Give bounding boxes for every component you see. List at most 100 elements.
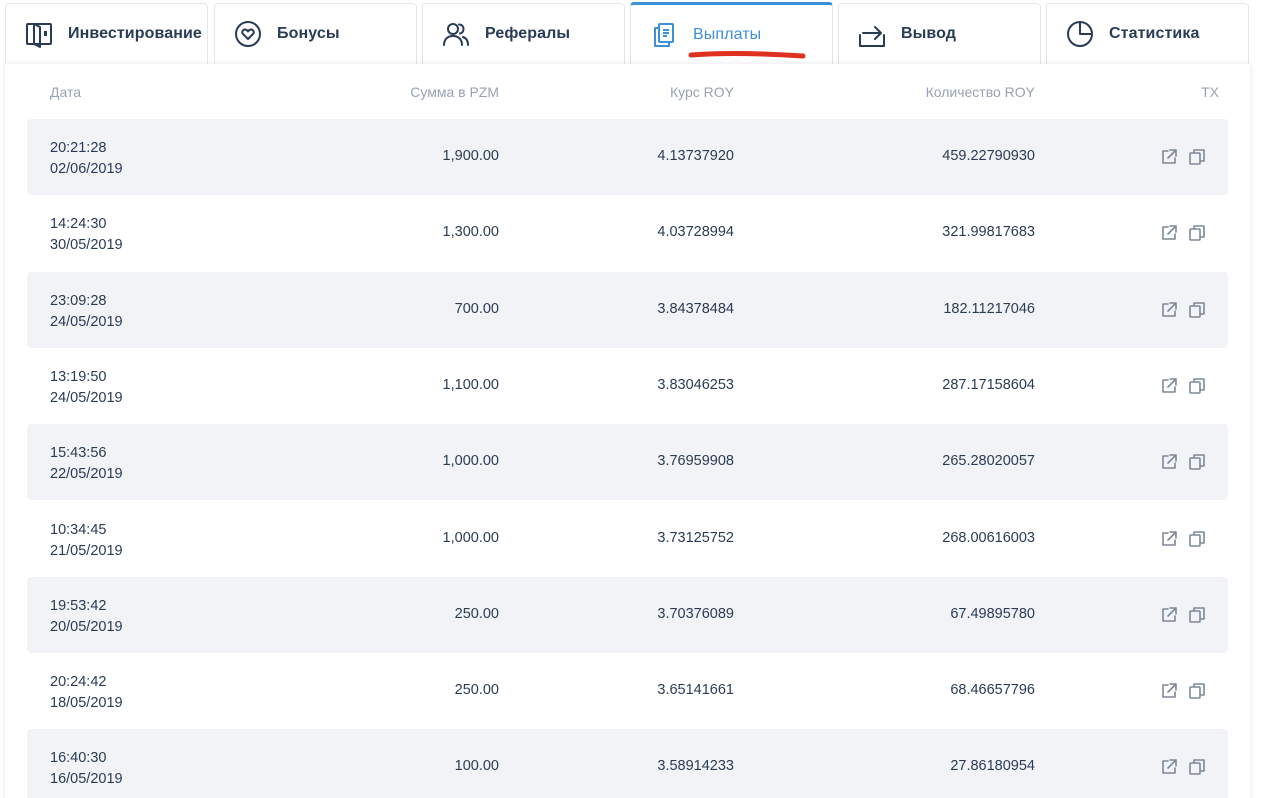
rate-cell: 3.58914233 [657, 758, 734, 775]
table-row: 13:19:50 24/05/2019 1,100.00 3.83046253 287.… [27, 348, 1228, 424]
tab-statistics[interactable]: Статистика [1046, 3, 1249, 64]
external-link-icon[interactable] [1159, 605, 1179, 625]
table-header: Дата Сумма в PZM Курс ROY Количество ROY… [5, 64, 1250, 119]
copy-icon[interactable] [1187, 223, 1207, 243]
table-row: 14:24:30 30/05/2019 1,300.00 4.03728994 321.… [27, 195, 1228, 271]
qty-cell: 459.22790930 [942, 148, 1035, 164]
tab-label: Статистика [1109, 25, 1200, 42]
tab-withdraw[interactable]: Вывод [838, 3, 1041, 64]
time-value: 23:09:28 [50, 292, 107, 309]
tab-label: Рефералы [485, 25, 571, 42]
tab-referrals[interactable]: Рефералы [422, 3, 625, 64]
rate-cell: 4.03728994 [657, 224, 734, 241]
date-value: 20/05/2019 [50, 618, 123, 635]
payouts-table: Дата Сумма в PZM Курс ROY Количество ROY… [5, 64, 1250, 798]
qty-cell: 287.17158604 [942, 376, 1035, 393]
time-value: 10:34:45 [50, 521, 107, 538]
external-link-icon[interactable] [1159, 147, 1179, 167]
withdraw-icon [857, 19, 887, 49]
external-link-icon[interactable] [1159, 300, 1179, 320]
header-qty: Количество ROY [925, 84, 1035, 100]
time-value: 13:19:50 [50, 368, 107, 385]
rate-cell: 3.84378484 [657, 300, 734, 317]
date-value: 30/05/2019 [50, 237, 123, 254]
date-value: 24/05/2019 [50, 389, 123, 406]
external-link-icon[interactable] [1159, 376, 1179, 396]
qty-cell: 67.49895780 [950, 605, 1035, 622]
time-value: 19:53:42 [50, 597, 107, 614]
time-value: 15:43:56 [50, 445, 107, 462]
date-value: 02/06/2019 [50, 161, 123, 177]
wallet-icon [24, 19, 54, 49]
sum-cell: 1,000.00 [442, 453, 499, 470]
table-row: 23:09:28 24/05/2019 700.00 3.84378484 182.11… [27, 271, 1228, 348]
pie-chart-icon [1065, 19, 1095, 49]
header-sum: Сумма в PZM [410, 84, 499, 100]
sum-cell: 1,300.00 [442, 224, 499, 241]
qty-cell: 182.11217046 [943, 300, 1035, 317]
datetime-cell: 15:43:56 22/05/2019 [50, 443, 123, 485]
external-link-icon[interactable] [1159, 452, 1179, 472]
tab-investing[interactable]: Инвестирование [5, 3, 208, 64]
copy-icon[interactable] [1187, 529, 1207, 549]
table-row: 16:40:30 16/05/2019 100.00 3.58914233 27.861… [27, 729, 1228, 798]
rate-cell: 3.73125752 [657, 529, 734, 546]
sum-cell: 1,000.00 [442, 529, 499, 546]
rate-cell: 3.65141661 [657, 682, 734, 699]
rate-cell: 3.83046253 [657, 376, 734, 393]
time-value: 16:40:30 [50, 750, 107, 767]
datetime-cell: 13:19:50 24/05/2019 [50, 367, 123, 409]
copy-icon[interactable] [1187, 300, 1207, 320]
rate-cell: 3.70376089 [657, 605, 734, 622]
tab-bar: Инвестирование Бонусы Рефералы Выплаты В… [0, 0, 1280, 64]
qty-cell: 68.46657796 [950, 682, 1035, 699]
users-icon [441, 19, 471, 49]
datetime-cell: 10:34:45 21/05/2019 [50, 520, 123, 562]
rate-cell: 4.13737920 [657, 148, 734, 164]
rate-cell: 3.76959908 [657, 453, 734, 470]
sum-cell: 1,900.00 [442, 148, 499, 164]
tab-payouts[interactable]: Выплаты [630, 2, 833, 64]
payments-icon [649, 20, 679, 50]
qty-cell: 265.28020057 [942, 453, 1035, 470]
table-row: 20:21:28 02/06/2019 1,900.00 4.13737920 459.… [27, 119, 1228, 195]
date-value: 16/05/2019 [50, 771, 123, 788]
gift-heart-icon [233, 19, 263, 49]
header-rate: Курс ROY [669, 84, 734, 100]
copy-icon[interactable] [1187, 376, 1207, 396]
copy-icon[interactable] [1187, 681, 1207, 701]
tab-label: Выплаты [693, 25, 762, 43]
tab-bonuses[interactable]: Бонусы [214, 3, 417, 64]
qty-cell: 27.86180954 [950, 758, 1035, 775]
time-value: 14:24:30 [50, 216, 107, 233]
date-value: 22/05/2019 [50, 466, 123, 483]
copy-icon[interactable] [1187, 452, 1207, 472]
external-link-icon[interactable] [1159, 223, 1179, 243]
copy-icon[interactable] [1187, 147, 1207, 167]
tab-label: Бонусы [277, 25, 340, 42]
header-tx: TX [1201, 84, 1219, 100]
datetime-cell: 19:53:42 20/05/2019 [50, 596, 123, 638]
tab-label: Инвестирование [68, 25, 202, 42]
datetime-cell: 23:09:28 24/05/2019 [50, 291, 123, 333]
external-link-icon[interactable] [1159, 757, 1179, 777]
datetime-cell: 14:24:30 30/05/2019 [50, 214, 123, 256]
copy-icon[interactable] [1187, 605, 1207, 625]
external-link-icon[interactable] [1159, 529, 1179, 549]
table-row: 10:34:45 21/05/2019 1,000.00 3.73125752 268.… [27, 501, 1228, 577]
date-value: 24/05/2019 [50, 313, 123, 330]
header-date: Дата [50, 84, 82, 100]
qty-cell: 321.99817683 [942, 224, 1035, 241]
sum-cell: 700.00 [454, 300, 499, 317]
table-row: 19:53:42 20/05/2019 250.00 3.70376089 67.498… [27, 576, 1228, 653]
datetime-cell: 20:24:42 18/05/2019 [50, 672, 123, 714]
time-value: 20:21:28 [50, 140, 107, 156]
date-value: 21/05/2019 [50, 542, 123, 559]
sum-cell: 100.00 [454, 758, 499, 775]
sum-cell: 1,100.00 [442, 376, 499, 393]
time-value: 20:24:42 [50, 674, 107, 691]
external-link-icon[interactable] [1159, 681, 1179, 701]
date-value: 18/05/2019 [50, 695, 123, 712]
qty-cell: 268.00616003 [942, 529, 1035, 546]
copy-icon[interactable] [1187, 757, 1207, 777]
